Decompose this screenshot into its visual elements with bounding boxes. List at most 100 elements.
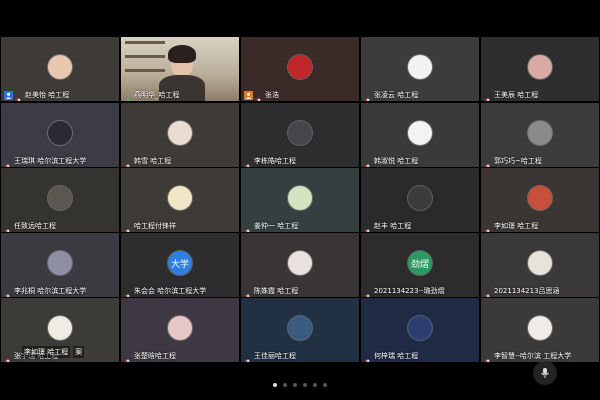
participant-name: 哈工程付锋祥 [134,222,176,230]
avatar [528,251,552,275]
cohost-icon [244,90,253,100]
mic-on-icon [124,91,132,101]
participant-tile[interactable]: 李兆桐 哈尔滨工程大学 [1,233,119,297]
participant-tile[interactable]: 张浩 [241,37,359,101]
participant-tile[interactable]: 王瑞琪 哈尔滨工程大学 [1,103,119,167]
avatar-label: 劲熠 [410,259,429,270]
page-dot[interactable] [323,383,327,387]
participant-name: 郭巧巧~哈工程 [494,157,542,165]
mic-muted-icon [244,222,252,232]
page-dot[interactable] [313,383,317,387]
mic-muted-icon [15,91,23,101]
participant-tile[interactable]: 韩淑悦 哈工程 [361,103,479,167]
participant-name: 张浩 [265,91,279,99]
participant-tile[interactable]: 王美辰 哈工程 [481,37,599,101]
mic-muted-icon [4,157,12,167]
participant-name: 李如璟 哈工程 [494,222,539,230]
name-bar: 王佳丽哈工程 [241,350,299,362]
avatar [168,316,192,340]
participant-tile[interactable]: 张楚晗哈工程 [121,298,239,362]
participant-tile[interactable]: 姜仲一 哈工程 [241,168,359,232]
name-bar: 2021134213吕思涵 [481,285,563,297]
participant-tile[interactable]: 陈姝霞 哈工程 [241,233,359,297]
name-bar: 朱会会 哈尔滨工程大学 [121,285,209,297]
participant-tile[interactable]: 劲熠 2021134223--璐劲熠 [361,233,479,297]
name-bar: 燕明华_哈工程 [121,89,183,101]
participant-tile[interactable]: 韩雪 哈工程 [121,103,239,167]
participant-tile[interactable]: 何梓瑞 哈工程 [361,298,479,362]
mic-muted-icon [244,157,252,167]
participant-name: 2021134213吕思涵 [494,287,560,295]
participant-name: 李智慧--哈尔滨 工程大学 [494,352,572,360]
avatar: 大学 [168,251,192,275]
page-dot[interactable] [293,383,297,387]
avatar [288,121,312,145]
name-bar: 韩淑悦 哈工程 [361,155,421,167]
avatar [528,316,552,340]
participant-tile[interactable]: 赵美怡 哈工程 [1,37,119,101]
avatar [48,121,72,145]
page-dot[interactable] [303,383,307,387]
name-bar: 郭巧巧~哈工程 [481,155,545,167]
mic-muted-icon [4,287,12,297]
participant-tile[interactable]: 2021134213吕思涵 [481,233,599,297]
participant-tile[interactable]: 赵丰 哈工程 [361,168,479,232]
mic-muted-icon [4,222,12,232]
avatar [528,186,552,210]
participant-name: 陈姝霞 哈工程 [254,287,299,295]
mic-muted-icon [484,157,492,167]
participant-tile[interactable]: 燕明华_哈工程 [121,37,239,101]
mic-muted-icon [364,352,372,362]
mic-muted-icon [484,91,492,101]
participant-tile[interactable]: 郭巧巧~哈工程 [481,103,599,167]
participant-name: 王佳丽哈工程 [254,352,296,360]
avatar [408,55,432,79]
host-icon [4,90,13,100]
participant-tile[interactable]: 李如璟 哈工程 [481,168,599,232]
avatar [48,186,72,210]
name-bar: 任致远哈工程 [1,220,59,232]
mic-muted-icon [364,157,372,167]
mic-muted-icon [124,352,132,362]
speaking-extra: 案 [73,346,85,358]
participant-tile[interactable]: 哈工程付锋祥 [121,168,239,232]
avatar [48,316,72,340]
mic-muted-icon [244,352,252,362]
name-bar: 王美辰 哈工程 [481,89,541,101]
participant-tile[interactable]: 李栋皓哈工程 [241,103,359,167]
page-dot[interactable] [273,383,277,387]
participant-tile[interactable]: 大学朱会会 哈尔滨工程大学 [121,233,239,297]
mic-toggle-button[interactable] [533,361,557,385]
name-bar: 陈姝霞 哈工程 [241,285,301,297]
participant-tile[interactable]: 李智慧--哈尔滨 工程大学 [481,298,599,362]
avatar: 劲熠 [408,251,432,275]
mic-muted-icon [124,222,132,232]
participant-name: 朱会会 哈尔滨工程大学 [134,287,207,295]
participant-tile[interactable]: 王佳丽哈工程 [241,298,359,362]
participant-name: 张楚晗哈工程 [134,352,176,360]
participant-tile[interactable]: 张凌云 哈工程 [361,37,479,101]
avatar [288,186,312,210]
bookshelf [125,69,165,72]
name-bar: 李栋皓哈工程 [241,155,299,167]
avatar [288,55,312,79]
mic-muted-icon [484,222,492,232]
person-hair [168,45,196,63]
participant-name: 赵美怡 哈工程 [25,91,70,99]
page-dot[interactable] [283,383,287,387]
participant-grid: 赵美怡 哈工程 燕明华_哈工程 张浩 张凌云 哈工程 王美辰 哈工程王瑞琪 哈尔滨工程大… [0,37,600,363]
page-indicator[interactable] [0,383,600,387]
avatar [288,316,312,340]
name-bar: 哈工程付锋祥 [121,220,179,232]
mic-icon [541,368,549,378]
participant-tile[interactable]: 任致远哈工程 [1,168,119,232]
mic-muted-icon [484,352,492,362]
avatar [48,55,72,79]
mic-muted-icon [364,287,372,297]
mic-muted-icon [124,157,132,167]
avatar [528,55,552,79]
participant-name: 王美辰 哈工程 [494,91,539,99]
name-bar: 李智慧--哈尔滨 工程大学 [481,350,574,362]
participant-name: 李兆桐 哈尔滨工程大学 [14,287,87,295]
participant-name: 赵丰 哈工程 [374,222,412,230]
